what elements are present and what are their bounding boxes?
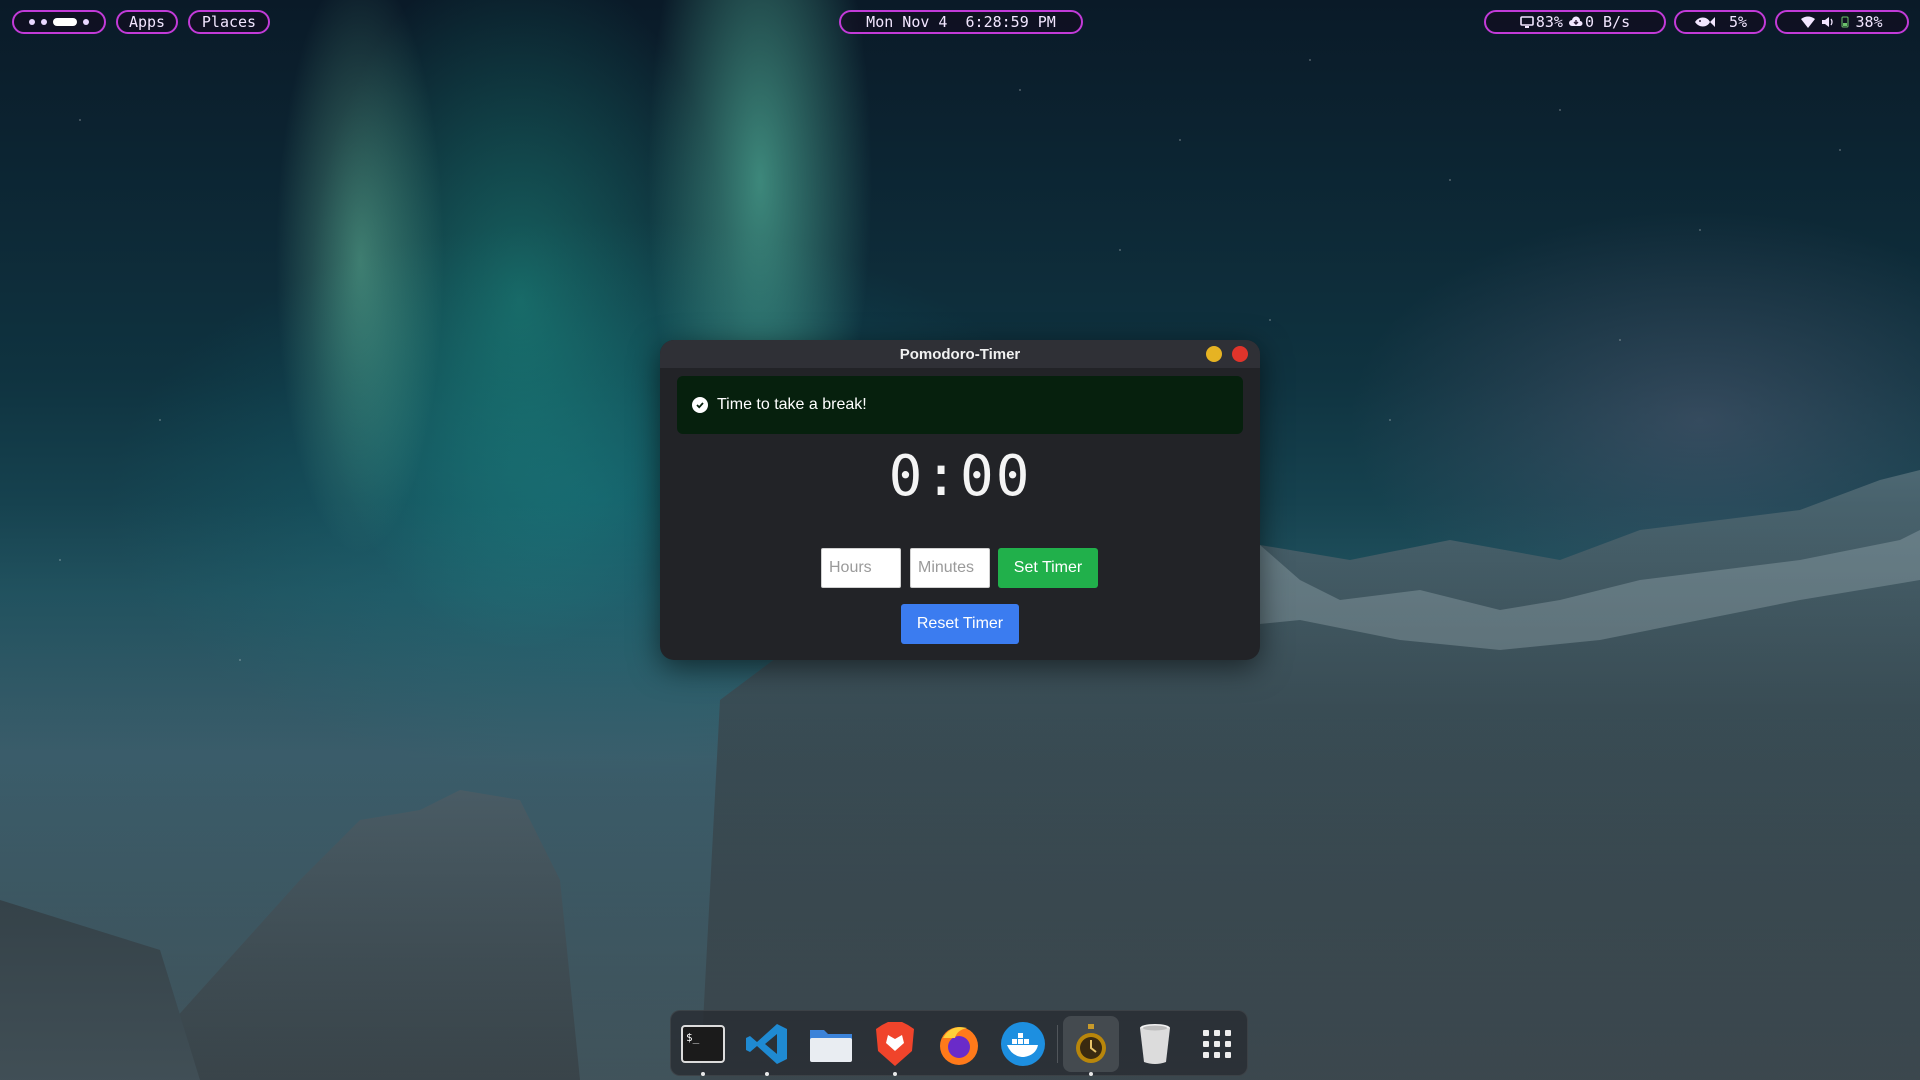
system-menu-button[interactable]: 38%: [1775, 10, 1909, 34]
cloud-download-icon: [1568, 16, 1583, 26]
dock-item-vscode[interactable]: [743, 1020, 791, 1076]
fish-value: 5%: [1728, 13, 1748, 31]
running-indicator: [1089, 1072, 1093, 1076]
monitor-icon: [1520, 15, 1534, 28]
activities-button[interactable]: [12, 10, 106, 34]
clock-text: Mon Nov 4 6:28:59 PM: [866, 13, 1056, 31]
minutes-input[interactable]: [910, 548, 990, 588]
dock-item-pomodoro-timer[interactable]: [1063, 1016, 1119, 1076]
set-timer-button[interactable]: Set Timer: [998, 548, 1098, 588]
volume-icon: [1822, 17, 1834, 27]
close-button[interactable]: [1232, 346, 1248, 362]
battery-percent: 38%: [1855, 13, 1883, 31]
terminal-icon: $_: [681, 1025, 725, 1063]
break-alert: Time to take a break!: [677, 376, 1243, 434]
reset-timer-button[interactable]: Reset Timer: [901, 604, 1019, 644]
running-indicator: [701, 1072, 705, 1076]
alert-text: Time to take a break!: [717, 396, 867, 413]
cpu-usage: 83%: [1535, 13, 1563, 31]
dock-item-files[interactable]: [807, 1020, 855, 1068]
timer-display: 0:00: [888, 444, 1032, 509]
app-grid-icon: [1203, 1030, 1231, 1058]
dock-item-firefox[interactable]: [935, 1020, 983, 1068]
dock-item-brave[interactable]: [871, 1020, 919, 1076]
dock: $_: [670, 1010, 1248, 1076]
running-indicator: [893, 1072, 897, 1076]
pomodoro-timer-icon: [1076, 1024, 1106, 1063]
trash-icon: [1140, 1024, 1170, 1064]
brave-icon: [876, 1022, 914, 1066]
workspace-dot-icon: [41, 19, 47, 25]
workspace-dot-icon: [29, 19, 35, 25]
apps-label: Apps: [128, 13, 166, 31]
window-title: Pomodoro-Timer: [899, 345, 1021, 363]
dock-item-show-apps[interactable]: [1193, 1020, 1241, 1068]
firefox-icon: [940, 1027, 978, 1065]
vscode-icon: [746, 1024, 787, 1064]
minimize-button[interactable]: [1206, 346, 1222, 362]
battery-icon: [1841, 16, 1849, 28]
running-indicator: [765, 1072, 769, 1076]
places-label: Places: [201, 13, 257, 31]
hours-input[interactable]: [821, 548, 901, 588]
dock-item-docker[interactable]: [999, 1020, 1047, 1068]
dock-separator: [1057, 1025, 1058, 1063]
pomodoro-window: Pomodoro-Timer Time to take a break! 0:0…: [660, 340, 1260, 660]
network-speed: 0 B/s: [1584, 13, 1631, 31]
places-menu-button[interactable]: Places: [188, 10, 270, 34]
fish-icon: [1694, 17, 1715, 27]
system-monitor-indicator[interactable]: 83% 0 B/s: [1484, 10, 1666, 34]
workspace-dot-icon: [83, 19, 89, 25]
window-titlebar[interactable]: Pomodoro-Timer: [660, 340, 1260, 368]
dock-item-terminal[interactable]: $_: [679, 1020, 727, 1076]
wifi-icon: [1801, 16, 1816, 28]
svg-text:$_: $_: [686, 1031, 700, 1044]
apps-menu-button[interactable]: Apps: [116, 10, 178, 34]
dock-item-trash[interactable]: [1131, 1020, 1179, 1068]
files-icon: [810, 1030, 852, 1062]
active-workspace-icon: [53, 18, 77, 26]
check-circle-icon: [692, 397, 708, 413]
fish-indicator[interactable]: 5%: [1674, 10, 1766, 34]
docker-icon: [1001, 1022, 1045, 1066]
clock-button[interactable]: Mon Nov 4 6:28:59 PM: [839, 10, 1083, 34]
